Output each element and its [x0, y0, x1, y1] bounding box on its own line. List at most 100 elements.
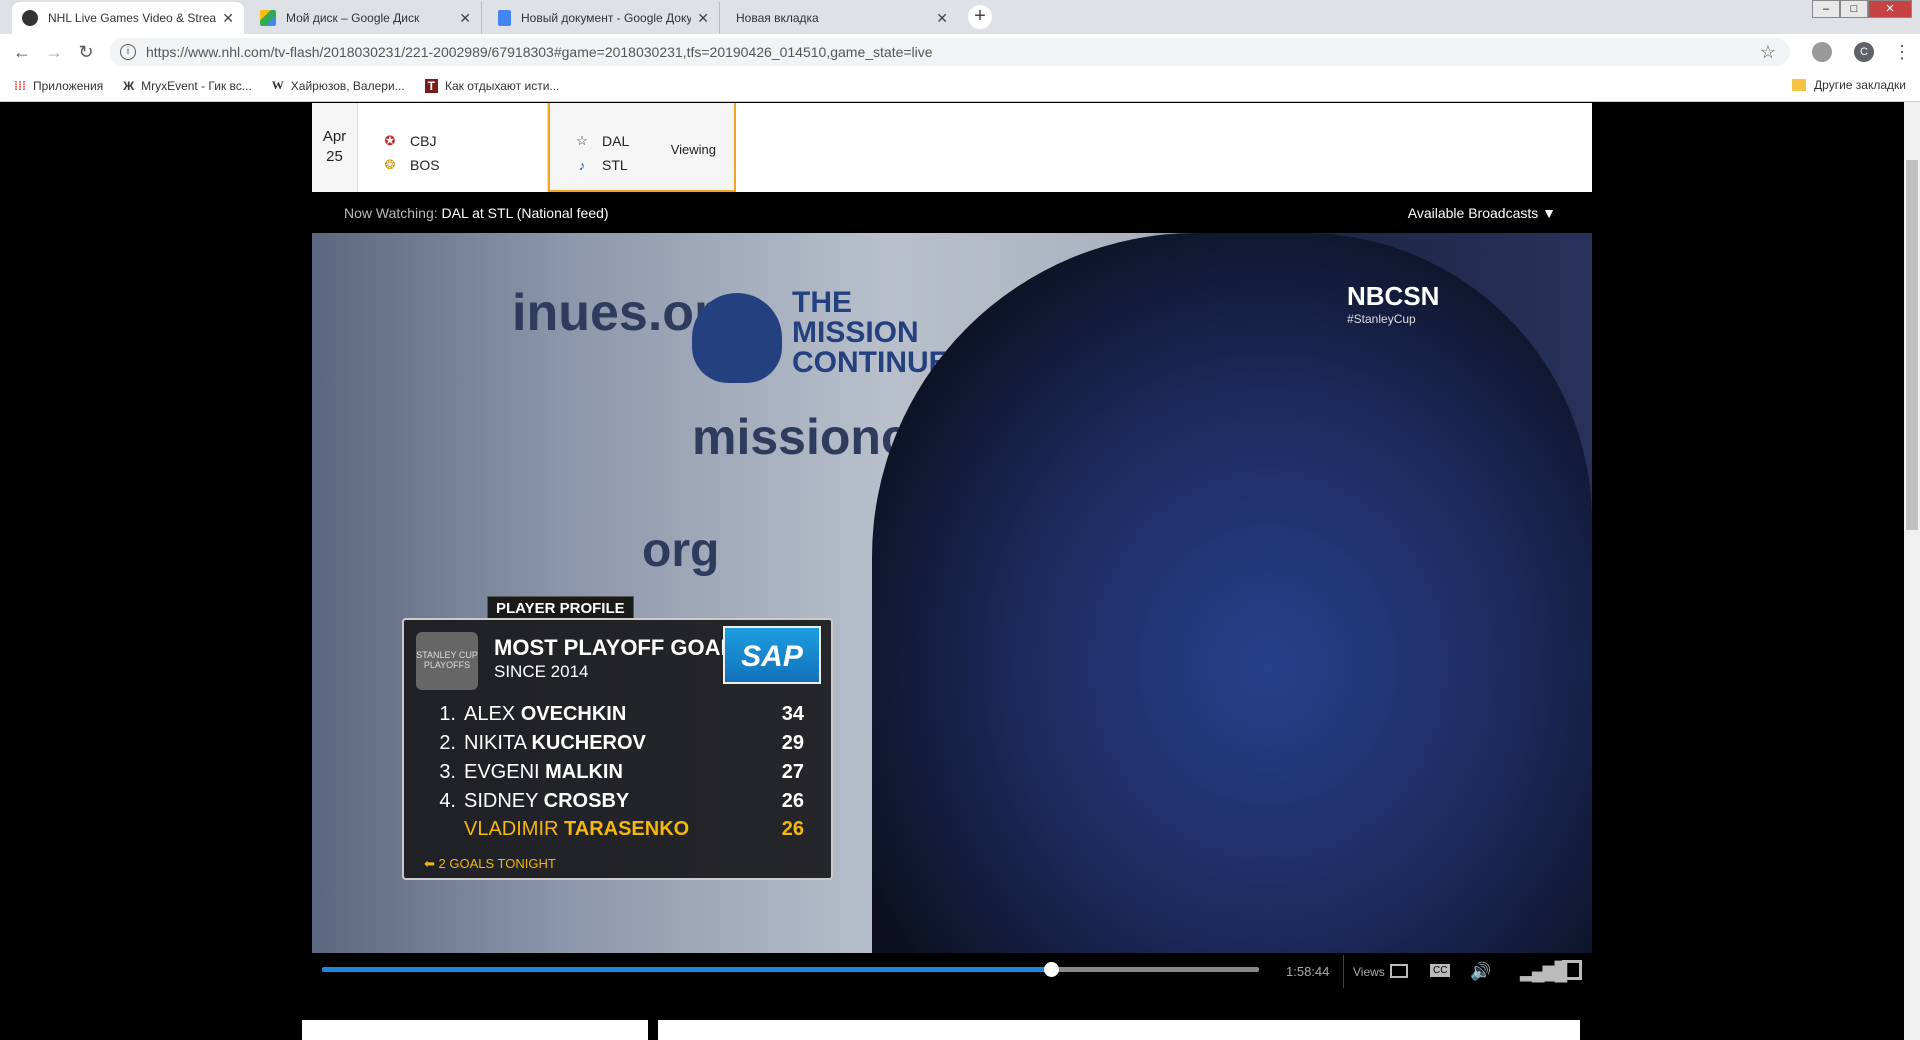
close-tab-icon[interactable]: ✕ — [222, 10, 234, 27]
apps-icon: ⁞⁞⁞ — [14, 78, 26, 93]
game-dal-stl[interactable]: ☆ DAL ♪ STL Viewing — [548, 103, 736, 192]
stat-cell: VLADIMIR TARASENKO — [464, 818, 690, 840]
close-window-button[interactable]: ✕ — [1868, 0, 1912, 18]
volume-icon[interactable]: 🔊 — [1470, 962, 1491, 982]
tab-google-docs[interactable]: Новый документ - Google Доку ✕ — [488, 2, 720, 34]
window-controls: – □ ✕ — [1812, 0, 1912, 18]
extension-icon[interactable] — [1812, 42, 1832, 62]
stat-cell: NIKITA KUCHEROV — [464, 732, 646, 754]
available-broadcasts-label: Available Broadcasts — [1407, 204, 1539, 221]
close-tab-icon[interactable]: ✕ — [459, 10, 471, 27]
stat-cell: VLADIMIR — [464, 818, 559, 840]
quality-icon[interactable]: ▂▄▆█ — [1520, 961, 1567, 982]
time-display: 1:58:44 — [1286, 964, 1330, 979]
nhl-icon — [22, 10, 38, 26]
bookmark-label: Приложения — [33, 78, 104, 93]
team-abbr: DAL — [602, 133, 630, 149]
team-abbr: BOS — [410, 157, 440, 173]
stat-row: 3. EVGENI MALKIN 27 — [424, 758, 804, 786]
progress-fill — [322, 967, 1051, 972]
network-logo: NBCSN #StanleyCup — [1347, 281, 1439, 326]
dal-logo-icon: ☆ — [576, 133, 588, 148]
tab-new[interactable]: Новая вкладка ✕ — [726, 2, 958, 34]
bookmark-label: MryxEvent - Гик вс... — [141, 78, 252, 93]
close-tab-icon[interactable]: ✕ — [936, 10, 948, 27]
stat-cell: EVGENI MALKIN — [464, 761, 623, 783]
other-bookmarks-label: Другие закладки — [1814, 78, 1906, 92]
viewing-status: Viewing — [670, 142, 716, 157]
maximize-button[interactable]: □ — [1840, 0, 1868, 18]
wikipedia-icon: W — [271, 78, 284, 92]
views-label: Views — [1353, 965, 1385, 979]
stat-row: 4. SIDNEY CROSBY 26 — [424, 787, 804, 815]
stat-row: 1. ALEX OVECHKIN 34 — [424, 700, 804, 728]
now-watching-label: Now Watching: — [344, 204, 438, 221]
game-cbj-bos[interactable]: ✪ CBJ ❂ BOS — [358, 103, 548, 192]
stat-cell: 27 — [781, 761, 804, 783]
bookmark-label: Как отдыхают исти... — [445, 78, 560, 93]
stat-cell: 29 — [781, 732, 804, 754]
game-date: Apr 25 — [312, 103, 358, 192]
stat-cell: ALEX OVECHKIN — [464, 703, 627, 725]
bookmark-mryx[interactable]: Ж MryxEvent - Гик вс... — [123, 79, 252, 93]
video-player[interactable]: inues.org THE MISSION CONTINUES missionc… — [312, 233, 1592, 953]
google-drive-icon — [260, 10, 276, 26]
folder-icon — [1792, 79, 1807, 91]
player-image — [872, 233, 1592, 953]
stat-row-highlight: VLADIMIR TARASENKO 26 — [424, 815, 804, 843]
stat-cell: SIDNEY — [464, 790, 539, 812]
bos-logo-icon: ❂ — [384, 157, 396, 172]
cc-button[interactable]: CC — [1430, 964, 1451, 977]
now-watching-value: DAL at STL (National feed) — [441, 204, 609, 221]
bookmark-label: Хайрюзов, Валери... — [290, 78, 405, 93]
overlay-note: ⬅ 2 GOALS TONIGHT — [424, 856, 556, 871]
tab-nhl[interactable]: NHL Live Games Video & Stream ✕ — [12, 2, 244, 34]
network-name: NBCSN — [1347, 281, 1440, 311]
other-bookmarks[interactable]: Другие закладки — [1792, 78, 1906, 92]
new-tab-button[interactable]: + — [968, 5, 992, 29]
reload-button[interactable]: ↻ — [70, 42, 102, 63]
stat-cell: NIKITA — [464, 732, 526, 754]
date-month: Apr — [322, 128, 347, 145]
profile-avatar[interactable]: C — [1854, 42, 1874, 62]
menu-icon[interactable]: ⋮ — [1886, 42, 1918, 63]
back-button[interactable]: ← — [6, 42, 38, 63]
minimize-button[interactable]: – — [1812, 0, 1840, 18]
chevron-down-icon: ▼ — [1542, 204, 1556, 221]
tab-label: NHL Live Games Video & Stream — [48, 11, 217, 25]
now-watching-bar: Now Watching: DAL at STL (National feed)… — [312, 192, 1592, 233]
mryx-icon: Ж — [123, 78, 135, 93]
google-docs-icon — [498, 10, 511, 26]
content-card[interactable] — [658, 1020, 1580, 1040]
bookmark-wikipedia[interactable]: W Хайрюзов, Валери... — [272, 78, 405, 93]
scoreboard: Apr 25 ✪ CBJ ❂ BOS ☆ DAL ♪ STL Viewing — [312, 103, 1592, 192]
tab-google-drive[interactable]: Мой диск – Google Диск ✕ — [250, 2, 482, 34]
tab-label: Новая вкладка — [736, 11, 819, 25]
info-icon[interactable]: i — [120, 44, 136, 60]
cbj-logo-icon: ✪ — [384, 133, 396, 148]
forward-button[interactable]: → — [38, 42, 70, 63]
url-text[interactable]: https://www.nhl.com/tv-flash/2018030231/… — [146, 44, 1760, 60]
tab-label: Мой диск – Google Диск — [286, 11, 420, 25]
view-mode-button[interactable] — [1390, 964, 1408, 978]
bookmark-star-icon[interactable]: ☆ — [1760, 42, 1776, 63]
fullscreen-icon[interactable] — [1562, 960, 1582, 980]
stats-overlay: STANLEY CUP PLAYOFFS MOST PLAYOFF GOALS S… — [402, 618, 833, 880]
address-bar[interactable]: i https://www.nhl.com/tv-flash/201803023… — [110, 38, 1790, 66]
progress-bar[interactable] — [322, 962, 1259, 977]
tab-strip: NHL Live Games Video & Stream ✕ Мой диск … — [0, 0, 1920, 34]
content-card[interactable] — [302, 1020, 648, 1040]
stat-cell: 1. — [439, 703, 456, 725]
date-day: 25 — [326, 148, 343, 165]
close-tab-icon[interactable]: ✕ — [697, 10, 709, 27]
stat-cell — [424, 815, 456, 843]
progress-handle[interactable] — [1043, 962, 1059, 977]
bookmark-site[interactable]: T Как отдыхают исти... — [424, 78, 560, 93]
bookmark-apps[interactable]: ⁞⁞⁞ Приложения — [14, 79, 103, 93]
available-broadcasts-dropdown[interactable]: Available Broadcasts ▼ — [1408, 205, 1556, 221]
overlay-subtitle: SINCE 2014 — [494, 662, 589, 681]
hashtag: #StanleyCup — [1347, 312, 1416, 326]
stat-cell: 34 — [781, 703, 804, 725]
scrollbar-thumb[interactable] — [1906, 160, 1918, 530]
stat-cell: 26 — [781, 818, 804, 840]
